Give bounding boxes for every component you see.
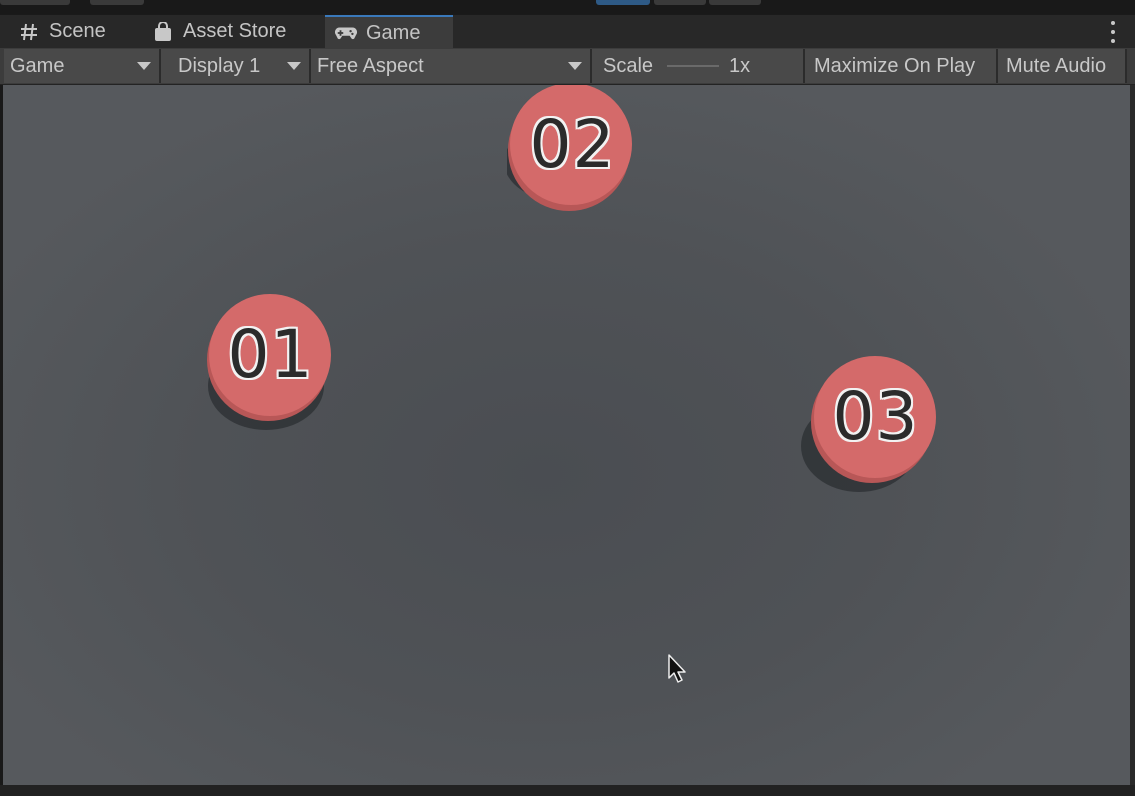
scale-label: Scale (603, 54, 654, 77)
view-mode-label: Game (10, 54, 65, 77)
maximize-label: Maximize On Play (814, 54, 976, 77)
mouse-cursor-icon (668, 654, 686, 683)
token-label: 03 (832, 378, 919, 455)
dropdown-arrow-icon (568, 62, 582, 70)
viewport-border (1130, 85, 1135, 785)
dropdown-arrow-icon (287, 62, 301, 70)
game-viewport[interactable]: 02 01 03 (3, 85, 1130, 785)
scale-slider[interactable] (667, 65, 720, 67)
gamepad-icon (335, 22, 357, 44)
aspect-label: Free Aspect (317, 54, 424, 77)
aspect-dropdown[interactable]: Free Aspect (311, 49, 592, 83)
tab-asset-store[interactable]: Asset Store (142, 15, 332, 48)
game-toolbar: Game Display 1 Free Aspect Scale 1x Maxi… (0, 48, 1135, 85)
top-strip (0, 0, 1135, 12)
token-label: 01 (227, 316, 314, 393)
more-options-icon[interactable] (1107, 21, 1119, 43)
scale-control[interactable]: Scale 1x (592, 49, 805, 83)
tab-label: Game (366, 21, 421, 44)
tab-bar: Scene Asset Store Game (0, 14, 1135, 49)
view-mode-dropdown[interactable]: Game (4, 49, 161, 83)
tab-scene[interactable]: Scene (8, 15, 148, 48)
tab-game[interactable]: Game (325, 15, 453, 49)
mute-label: Mute Audio (1006, 54, 1107, 77)
token-03[interactable]: 03 (801, 356, 941, 506)
maximize-on-play-toggle[interactable]: Maximize On Play (805, 49, 998, 83)
grid-icon (18, 21, 40, 43)
scale-value: 1x (729, 54, 751, 77)
display-dropdown[interactable]: Display 1 (161, 49, 311, 83)
bag-icon (152, 21, 174, 43)
tab-label: Asset Store (183, 20, 287, 42)
bottom-edge (0, 785, 1135, 796)
tab-label: Scene (49, 20, 106, 42)
token-01[interactable]: 01 (206, 294, 346, 444)
token-02[interactable]: 02 (507, 85, 647, 230)
display-label: Display 1 (178, 54, 261, 77)
token-label: 02 (529, 106, 616, 183)
dropdown-arrow-icon (137, 62, 151, 70)
mute-audio-toggle[interactable]: Mute Audio (998, 49, 1127, 83)
